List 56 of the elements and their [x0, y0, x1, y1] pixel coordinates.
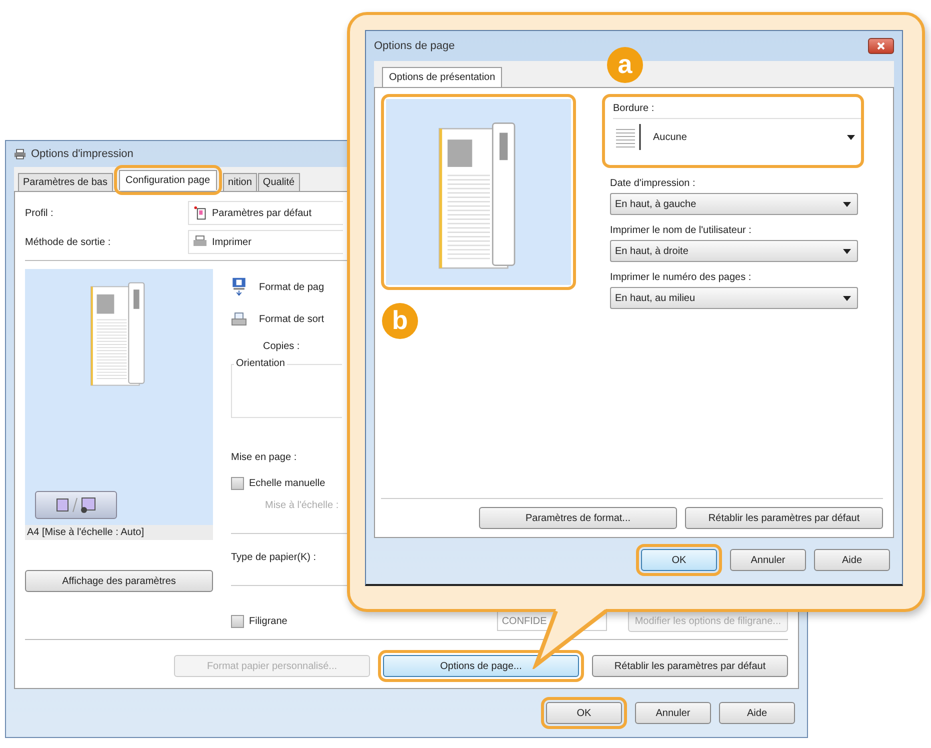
checkbox-label: Filigrane	[249, 616, 288, 626]
tab[interactable]: Paramètres de bas	[18, 173, 112, 191]
field-label: Imprimer le numéro des pages :	[610, 272, 752, 283]
field-label: Méthode de sortie :	[25, 236, 112, 248]
dialog-button[interactable]: Annuler	[635, 702, 711, 724]
callout-badge: b	[382, 303, 418, 339]
caret-icon	[843, 296, 851, 300]
tab[interactable]: Qualité	[258, 173, 300, 191]
orientation-toggle-button[interactable]	[35, 491, 117, 519]
field-label: Imprimer le nom de l'utilisateur :	[610, 225, 752, 236]
printer-icon	[14, 148, 26, 160]
action-button[interactable]: Rétablir les paramètres par défaut	[592, 655, 788, 677]
monitor-icon	[231, 277, 247, 297]
dropdown[interactable]: En haut, à gauche	[610, 193, 858, 215]
dialog-title: Options de page	[374, 40, 455, 52]
close-icon	[876, 41, 886, 51]
window-title: Options d'impression	[31, 148, 134, 160]
checkbox-label: Echelle manuelle	[249, 478, 326, 489]
paper-type-label: Type de papier(K) :	[231, 552, 316, 563]
action-button[interactable]: Rétablir les paramètres par défaut	[685, 507, 883, 529]
profile-field[interactable]: Paramètres par défaut	[188, 201, 343, 225]
checkbox[interactable]	[231, 477, 244, 490]
page-size-label: Format de pag	[259, 282, 324, 292]
dialog-button[interactable]: Annuler	[730, 549, 806, 571]
caret-icon	[843, 248, 851, 254]
scaling-label: Mise à l'échelle :	[265, 500, 339, 511]
output-size-label: Format de sort	[259, 314, 324, 324]
tab[interactable]: Configuration page	[118, 170, 218, 190]
group-label: Orientation	[234, 358, 287, 369]
layout-label: Mise en page :	[231, 452, 297, 463]
dialog-button[interactable]: Aide	[719, 702, 795, 724]
field-label: Date d'impression :	[610, 178, 696, 189]
document-icon	[193, 206, 207, 220]
callout-badge: a	[607, 47, 643, 83]
dropdown[interactable]: En haut, à droite	[610, 240, 858, 262]
page-options-button[interactable]: Options de page...	[383, 655, 579, 677]
caret-icon	[847, 134, 855, 140]
output-method-field[interactable]: Imprimer	[188, 230, 343, 254]
checkbox[interactable]	[231, 614, 244, 628]
preview-caption: A4 [Mise à l'échelle : Auto]	[25, 525, 213, 540]
tab[interactable]: nition	[223, 173, 257, 191]
field-label: Profil :	[25, 208, 54, 218]
field-label: Bordure :	[613, 103, 656, 114]
dialog-button[interactable]: OK	[641, 549, 717, 571]
border-style-icon	[613, 124, 643, 150]
action-button[interactable]: Paramètres de format...	[479, 507, 677, 529]
tab[interactable]: Options de présentation	[382, 67, 502, 87]
border-select[interactable]: Aucune	[613, 118, 861, 155]
dropdown[interactable]: En haut, au milieu	[610, 287, 858, 309]
caret-icon	[843, 202, 851, 206]
close-button[interactable]	[868, 38, 894, 54]
dialog-button[interactable]: Aide	[814, 549, 890, 571]
printer-icon	[193, 235, 207, 249]
dialog-button[interactable]: OK	[546, 702, 622, 724]
display-settings-button[interactable]: Affichage des paramètres	[25, 570, 213, 592]
copies-label: Copies :	[263, 341, 300, 352]
